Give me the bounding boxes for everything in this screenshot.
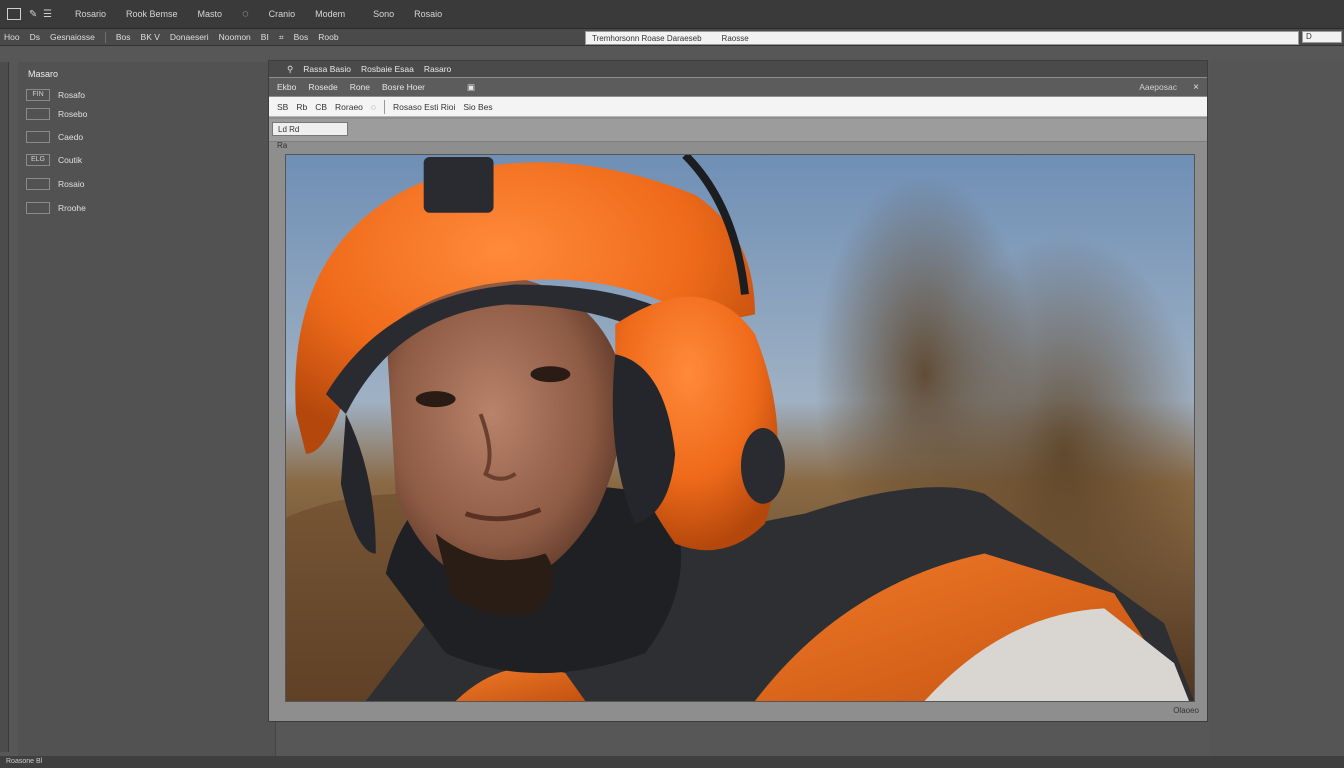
divider xyxy=(104,31,106,43)
layer-label: Rosebo xyxy=(58,109,88,119)
circle-icon[interactable]: ◌ xyxy=(242,8,249,20)
panel-title: Masaro xyxy=(28,69,59,79)
layer-row[interactable]: Rroohe xyxy=(26,202,86,214)
layer-thumbnail xyxy=(26,131,50,143)
path-field-text: Tremhorsonn Roase Daraeseb xyxy=(592,33,702,43)
option-5[interactable]: BK V xyxy=(141,32,160,42)
toolbar-item-5[interactable]: Rosaso Esti Rioi xyxy=(393,102,455,112)
options-bar: Hoo Ds Gesnaiosse Bos BK V Donaeseri Noo… xyxy=(0,29,1344,46)
divider xyxy=(383,99,385,114)
status-bar: Roasone Bl xyxy=(0,756,1344,768)
layer-row[interactable]: Caedo xyxy=(26,131,83,143)
path-field-right: Raosse xyxy=(721,33,749,43)
pin-icon[interactable]: ⚲ xyxy=(287,64,293,75)
layer-label: Rosafo xyxy=(58,90,85,100)
title-item-3[interactable]: Rasaro xyxy=(424,64,451,74)
close-icon[interactable]: × xyxy=(1193,82,1199,93)
tool-strip[interactable] xyxy=(0,62,9,752)
document-window: ⚲ Rassa Basio Rosbaie Esaa Rasaro Ekbo R… xyxy=(268,60,1208,722)
circle-icon[interactable]: ◌ xyxy=(371,102,376,112)
path-field[interactable]: Tremhorsonn Roase Daraeseb Raosse xyxy=(585,31,1299,45)
doc-thumb-icon[interactable]: ▣ xyxy=(467,82,475,93)
toolbar-item-2[interactable]: Rb xyxy=(296,102,307,112)
document-toolbar: SB Rb CB Roraeo ◌ Rosaso Esti Rioi Sio B… xyxy=(269,97,1207,117)
option-6[interactable]: Donaeseri xyxy=(170,32,209,42)
menu-item-4[interactable]: Cranio xyxy=(269,9,296,19)
title-item-2[interactable]: Rosbaie Esaa xyxy=(361,64,414,74)
toolbar-item-1[interactable]: SB xyxy=(277,102,288,112)
layer-row[interactable]: Rosebo xyxy=(26,108,87,120)
toolbar-item-4[interactable]: Roraeo xyxy=(335,102,363,112)
menubar: ✎ ☰ Rosario Rook Bemse Masto ◌ Cranio Mo… xyxy=(0,0,1344,29)
layer-label: Caedo xyxy=(58,132,84,142)
menu-item-5[interactable]: Modem xyxy=(315,9,345,19)
tab-2[interactable]: Rosede xyxy=(308,82,337,92)
tab-3[interactable]: Rone xyxy=(350,82,370,92)
title-item-1[interactable]: Rassa Basio xyxy=(303,64,351,74)
option-3[interactable]: Gesnaiosse xyxy=(50,32,95,42)
layer-thumbnail xyxy=(26,108,50,120)
tabs-right-label: Aaeposac xyxy=(1139,82,1177,92)
tab-4[interactable]: Bosre Hoer xyxy=(382,82,425,92)
mini-panel[interactable]: Ld Rd xyxy=(272,122,348,136)
menu-item-3[interactable]: Masto xyxy=(198,9,223,19)
document-subbar: Ld Rd Ra xyxy=(269,119,1207,150)
tab-1[interactable]: Ekbo xyxy=(277,82,296,92)
layer-label: Coutik xyxy=(58,155,83,165)
corner-label: Ra xyxy=(277,141,288,150)
layers-icon[interactable]: ☰ xyxy=(43,9,57,20)
zoom-label: Olaoeo xyxy=(1173,706,1199,715)
option-2[interactable]: Ds xyxy=(30,32,40,42)
toolbar-item-6[interactable]: Sio Bes xyxy=(463,102,492,112)
option-10[interactable]: Roob xyxy=(318,32,338,42)
small-input[interactable]: D xyxy=(1302,31,1342,43)
menu-item-7[interactable]: Rosaio xyxy=(414,9,442,19)
layer-label: Rosaio xyxy=(58,179,85,189)
layer-row[interactable]: Rosaio xyxy=(26,178,84,190)
grid-icon[interactable]: ⌗ xyxy=(279,32,284,43)
layer-thumbnail: ELG xyxy=(26,154,50,166)
layer-label: Rroohe xyxy=(58,203,86,213)
option-1[interactable]: Hoo xyxy=(4,32,20,42)
document-tabs: Ekbo Rosede Rone Bosre Hoer ▣ Aaeposac × xyxy=(269,78,1207,96)
layer-row[interactable]: ELG Coutik xyxy=(26,154,82,166)
layer-thumbnail: FIN xyxy=(26,89,50,101)
layer-thumbnail xyxy=(26,202,50,214)
right-dock xyxy=(1210,60,1344,758)
option-8[interactable]: BI xyxy=(261,32,269,42)
layer-thumbnail xyxy=(26,178,50,190)
option-9[interactable]: Bos xyxy=(294,32,309,42)
left-panel: Masaro FIN Rosafo Rosebo Caedo ELG Couti… xyxy=(18,62,276,758)
menu-item-1[interactable]: Rosario xyxy=(75,9,106,19)
toolbar-item-3[interactable]: CB xyxy=(315,102,327,112)
menu-item-6[interactable]: Sono xyxy=(373,9,394,19)
app-logo-icon[interactable] xyxy=(7,8,21,20)
document-title-bar: ⚲ Rassa Basio Rosbaie Esaa Rasaro xyxy=(269,61,1207,77)
canvas[interactable] xyxy=(285,154,1195,702)
menu-item-2[interactable]: Rook Bemse xyxy=(126,9,178,19)
option-4[interactable]: Bos xyxy=(116,32,131,42)
photo-portrait xyxy=(286,155,1194,701)
layer-row[interactable]: FIN Rosafo xyxy=(26,89,85,101)
option-7[interactable]: Noomon xyxy=(219,32,251,42)
brush-icon[interactable]: ✎ xyxy=(29,9,43,20)
